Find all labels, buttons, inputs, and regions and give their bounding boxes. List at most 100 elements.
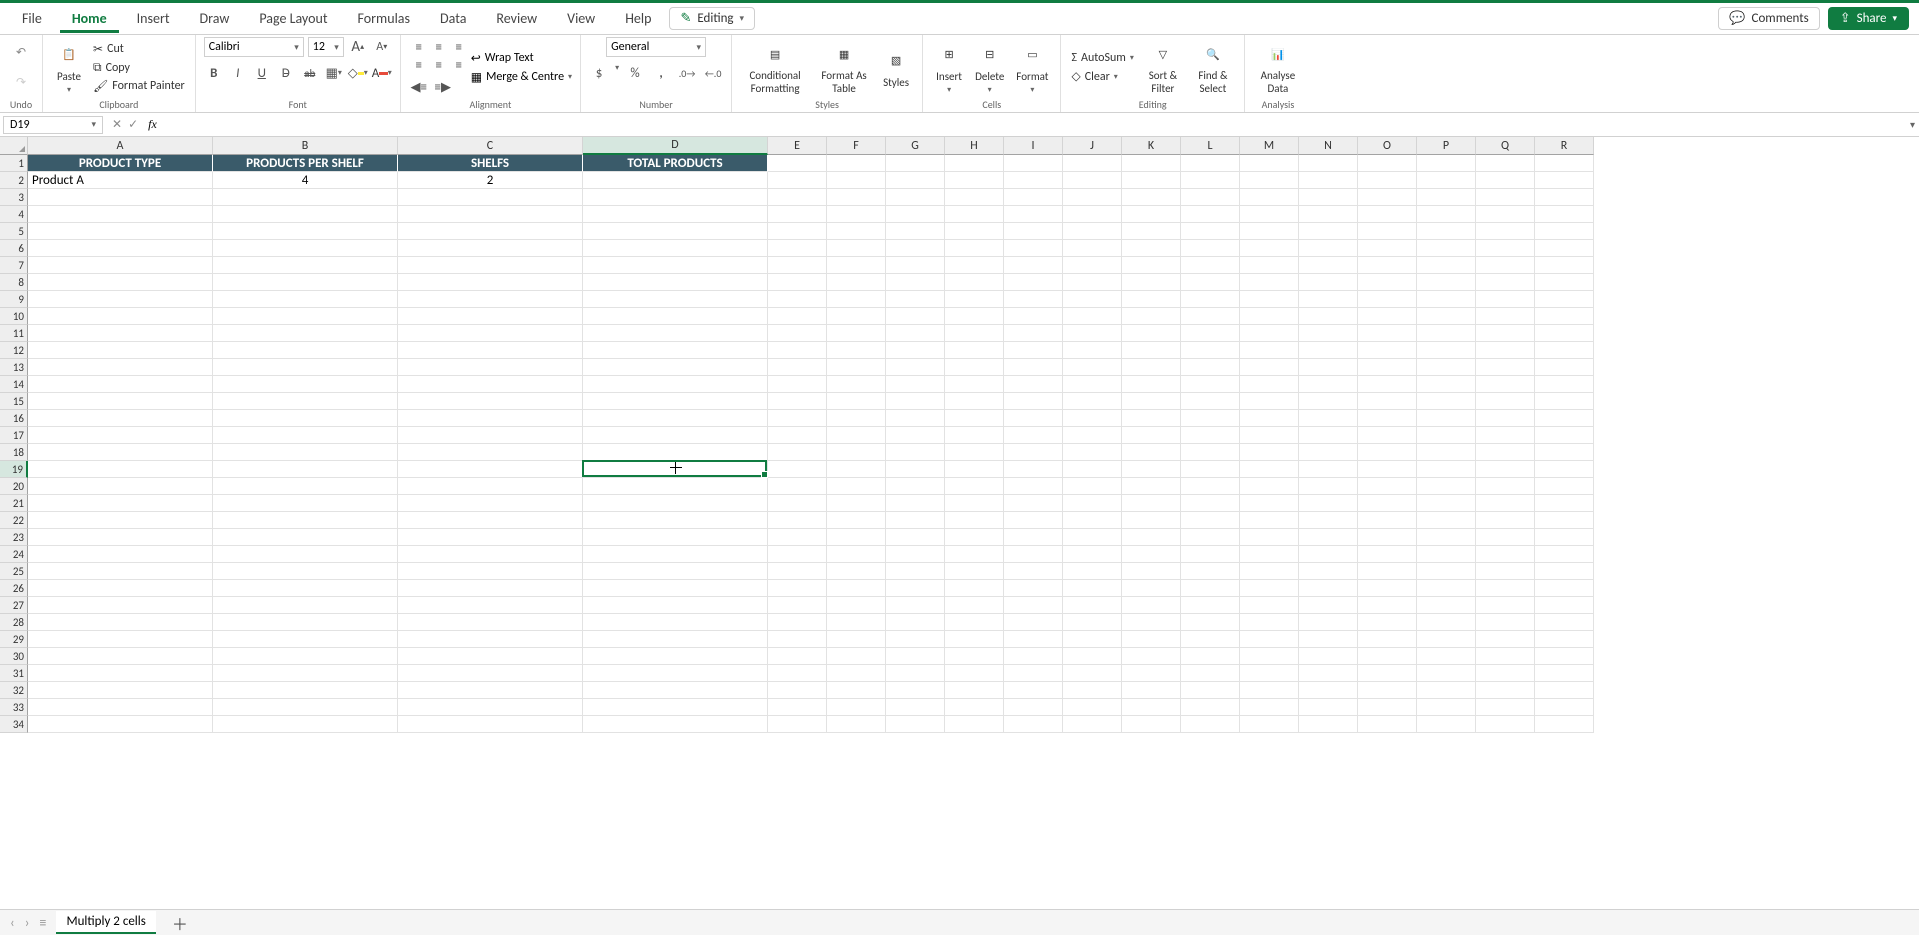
cell-D25[interactable]	[583, 563, 768, 580]
cell-K27[interactable]	[1122, 597, 1181, 614]
cell-F11[interactable]	[827, 325, 886, 342]
cell-L25[interactable]	[1181, 563, 1240, 580]
cell-K11[interactable]	[1122, 325, 1181, 342]
cell-L3[interactable]	[1181, 189, 1240, 206]
cell-G25[interactable]	[886, 563, 945, 580]
cell-K30[interactable]	[1122, 648, 1181, 665]
cell-O31[interactable]	[1358, 665, 1417, 682]
cell-N29[interactable]	[1299, 631, 1358, 648]
cell-Q27[interactable]	[1476, 597, 1535, 614]
cell-F34[interactable]	[827, 716, 886, 733]
cell-R28[interactable]	[1535, 614, 1594, 631]
cell-Q22[interactable]	[1476, 512, 1535, 529]
sheet-next-button[interactable]: ›	[25, 914, 30, 931]
cell-D18[interactable]	[583, 444, 768, 461]
cell-M13[interactable]	[1240, 359, 1299, 376]
cell-N17[interactable]	[1299, 427, 1358, 444]
cell-K31[interactable]	[1122, 665, 1181, 682]
cell-R19[interactable]	[1535, 461, 1594, 478]
cell-H29[interactable]	[945, 631, 1004, 648]
cell-Q13[interactable]	[1476, 359, 1535, 376]
cell-O5[interactable]	[1358, 223, 1417, 240]
cell-B31[interactable]	[213, 665, 398, 682]
cell-E5[interactable]	[768, 223, 827, 240]
cell-J22[interactable]	[1063, 512, 1122, 529]
row-header-30[interactable]: 30	[0, 648, 28, 665]
cell-B32[interactable]	[213, 682, 398, 699]
cell-A31[interactable]	[28, 665, 213, 682]
cell-A11[interactable]	[28, 325, 213, 342]
cell-M17[interactable]	[1240, 427, 1299, 444]
cell-E25[interactable]	[768, 563, 827, 580]
cell-A28[interactable]	[28, 614, 213, 631]
cell-F13[interactable]	[827, 359, 886, 376]
cell-A17[interactable]	[28, 427, 213, 444]
cell-K3[interactable]	[1122, 189, 1181, 206]
cell-O34[interactable]	[1358, 716, 1417, 733]
cell-I32[interactable]	[1004, 682, 1063, 699]
cell-E8[interactable]	[768, 274, 827, 291]
cell-O8[interactable]	[1358, 274, 1417, 291]
cell-M5[interactable]	[1240, 223, 1299, 240]
cell-O6[interactable]	[1358, 240, 1417, 257]
column-header-P[interactable]: P	[1417, 137, 1476, 155]
cell-F15[interactable]	[827, 393, 886, 410]
cell-H24[interactable]	[945, 546, 1004, 563]
fill-color-button[interactable]: ◇▾	[348, 63, 368, 83]
cell-H28[interactable]	[945, 614, 1004, 631]
cell-J19[interactable]	[1063, 461, 1122, 478]
cell-F9[interactable]	[827, 291, 886, 308]
cell-H4[interactable]	[945, 206, 1004, 223]
cell-N33[interactable]	[1299, 699, 1358, 716]
cell-O1[interactable]	[1358, 155, 1417, 172]
cell-M20[interactable]	[1240, 478, 1299, 495]
cell-D10[interactable]	[583, 308, 768, 325]
align-middle-button[interactable]: ≡	[429, 38, 449, 58]
cell-K10[interactable]	[1122, 308, 1181, 325]
sheet-prev-button[interactable]: ‹	[10, 914, 15, 931]
cell-N5[interactable]	[1299, 223, 1358, 240]
cell-E22[interactable]	[768, 512, 827, 529]
cell-J2[interactable]	[1063, 172, 1122, 189]
cell-Q23[interactable]	[1476, 529, 1535, 546]
cell-C21[interactable]	[398, 495, 583, 512]
cell-C11[interactable]	[398, 325, 583, 342]
add-sheet-button[interactable]: ＋	[166, 911, 194, 935]
row-header-4[interactable]: 4	[0, 206, 28, 223]
cell-P27[interactable]	[1417, 597, 1476, 614]
cell-C17[interactable]	[398, 427, 583, 444]
column-header-D[interactable]: D	[583, 137, 768, 155]
cell-N16[interactable]	[1299, 410, 1358, 427]
cell-F22[interactable]	[827, 512, 886, 529]
cell-G11[interactable]	[886, 325, 945, 342]
cell-A8[interactable]	[28, 274, 213, 291]
cell-O33[interactable]	[1358, 699, 1417, 716]
cell-J3[interactable]	[1063, 189, 1122, 206]
cell-Q11[interactable]	[1476, 325, 1535, 342]
row-header-23[interactable]: 23	[0, 529, 28, 546]
cell-A14[interactable]	[28, 376, 213, 393]
cell-B6[interactable]	[213, 240, 398, 257]
cell-I1[interactable]	[1004, 155, 1063, 172]
cell-F18[interactable]	[827, 444, 886, 461]
column-header-M[interactable]: M	[1240, 137, 1299, 155]
cell-C26[interactable]	[398, 580, 583, 597]
cell-I23[interactable]	[1004, 529, 1063, 546]
cell-C28[interactable]	[398, 614, 583, 631]
cell-C15[interactable]	[398, 393, 583, 410]
column-header-G[interactable]: G	[886, 137, 945, 155]
tab-view[interactable]: View	[555, 4, 607, 33]
cell-J6[interactable]	[1063, 240, 1122, 257]
cell-L17[interactable]	[1181, 427, 1240, 444]
cell-L12[interactable]	[1181, 342, 1240, 359]
cell-G33[interactable]	[886, 699, 945, 716]
cell-E27[interactable]	[768, 597, 827, 614]
column-header-F[interactable]: F	[827, 137, 886, 155]
italic-button[interactable]: I	[228, 63, 248, 83]
conditional-formatting-button[interactable]: ▤Conditional Formatting	[740, 38, 810, 96]
cell-B26[interactable]	[213, 580, 398, 597]
merge-center-button[interactable]: ▦Merge & Centre▾	[471, 70, 572, 85]
strikethrough-button[interactable]: ab	[300, 63, 320, 83]
cell-G17[interactable]	[886, 427, 945, 444]
cell-B25[interactable]	[213, 563, 398, 580]
